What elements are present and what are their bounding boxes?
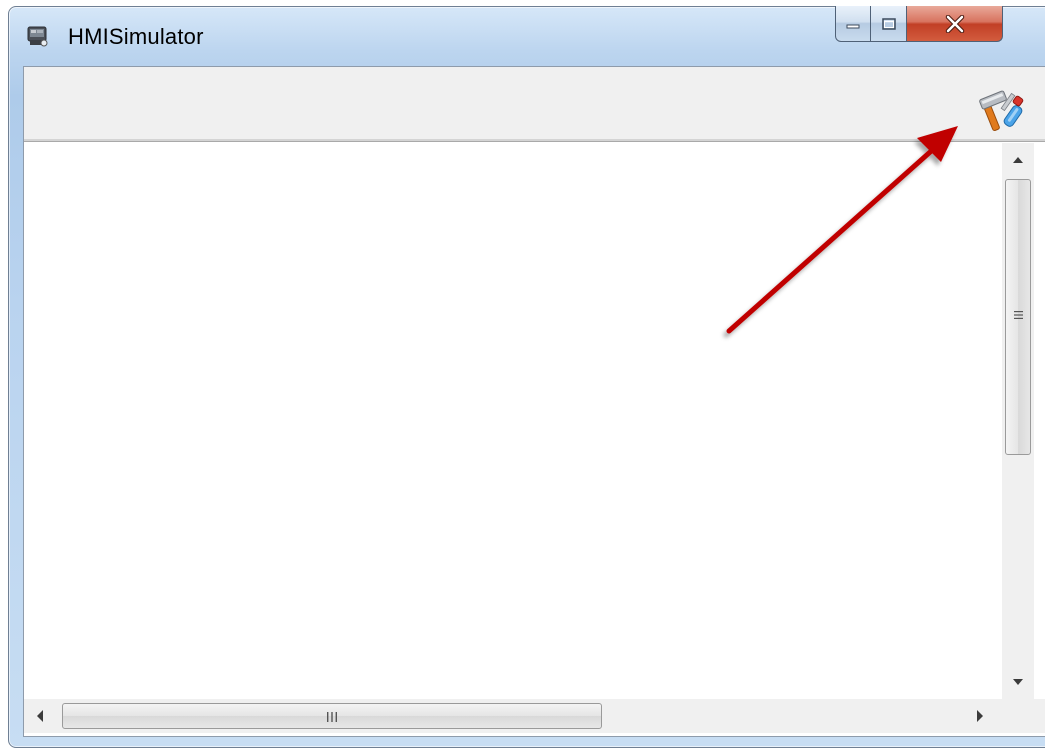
- minimize-button[interactable]: [835, 6, 871, 42]
- scroll-right-button[interactable]: [964, 699, 996, 733]
- title-bar[interactable]: HMISimulator: [9, 6, 1045, 65]
- grip-lines-icon: [1014, 311, 1023, 319]
- tools-hammer-screwdriver-icon: [979, 90, 1024, 132]
- vertical-scrollbar[interactable]: [1002, 143, 1034, 699]
- chevron-left-icon: [37, 710, 43, 722]
- tools-button[interactable]: [978, 89, 1026, 135]
- chevron-down-icon: [1013, 679, 1023, 685]
- caption-buttons: [835, 6, 1003, 46]
- chevron-up-icon: [1013, 157, 1023, 163]
- scroll-left-button[interactable]: [24, 699, 56, 733]
- scroll-up-button[interactable]: [1002, 143, 1034, 175]
- client-area: [23, 66, 1045, 737]
- maximize-button[interactable]: [871, 6, 907, 42]
- hmi-simulator-window: HMISimulator: [8, 6, 1045, 748]
- scroll-down-button[interactable]: [1002, 667, 1034, 699]
- scrollbar-corner: [1002, 699, 1045, 733]
- close-icon: [945, 14, 964, 33]
- vertical-scroll-thumb[interactable]: [1005, 179, 1031, 455]
- close-button[interactable]: [907, 6, 1003, 42]
- horizontal-scrollbar[interactable]: [24, 699, 1002, 733]
- maximize-icon: [881, 17, 896, 30]
- screenshot-page: HMISimulator: [0, 0, 1045, 753]
- grip-lines-icon: [327, 712, 337, 722]
- window-title: HMISimulator: [68, 24, 204, 49]
- chevron-right-icon: [977, 710, 983, 722]
- horizontal-scroll-thumb[interactable]: [62, 703, 602, 729]
- hmi-simulator-app-icon: [27, 26, 48, 47]
- toolbar: [24, 67, 1045, 141]
- minimize-icon: [846, 24, 860, 28]
- simulator-canvas[interactable]: [24, 143, 1002, 703]
